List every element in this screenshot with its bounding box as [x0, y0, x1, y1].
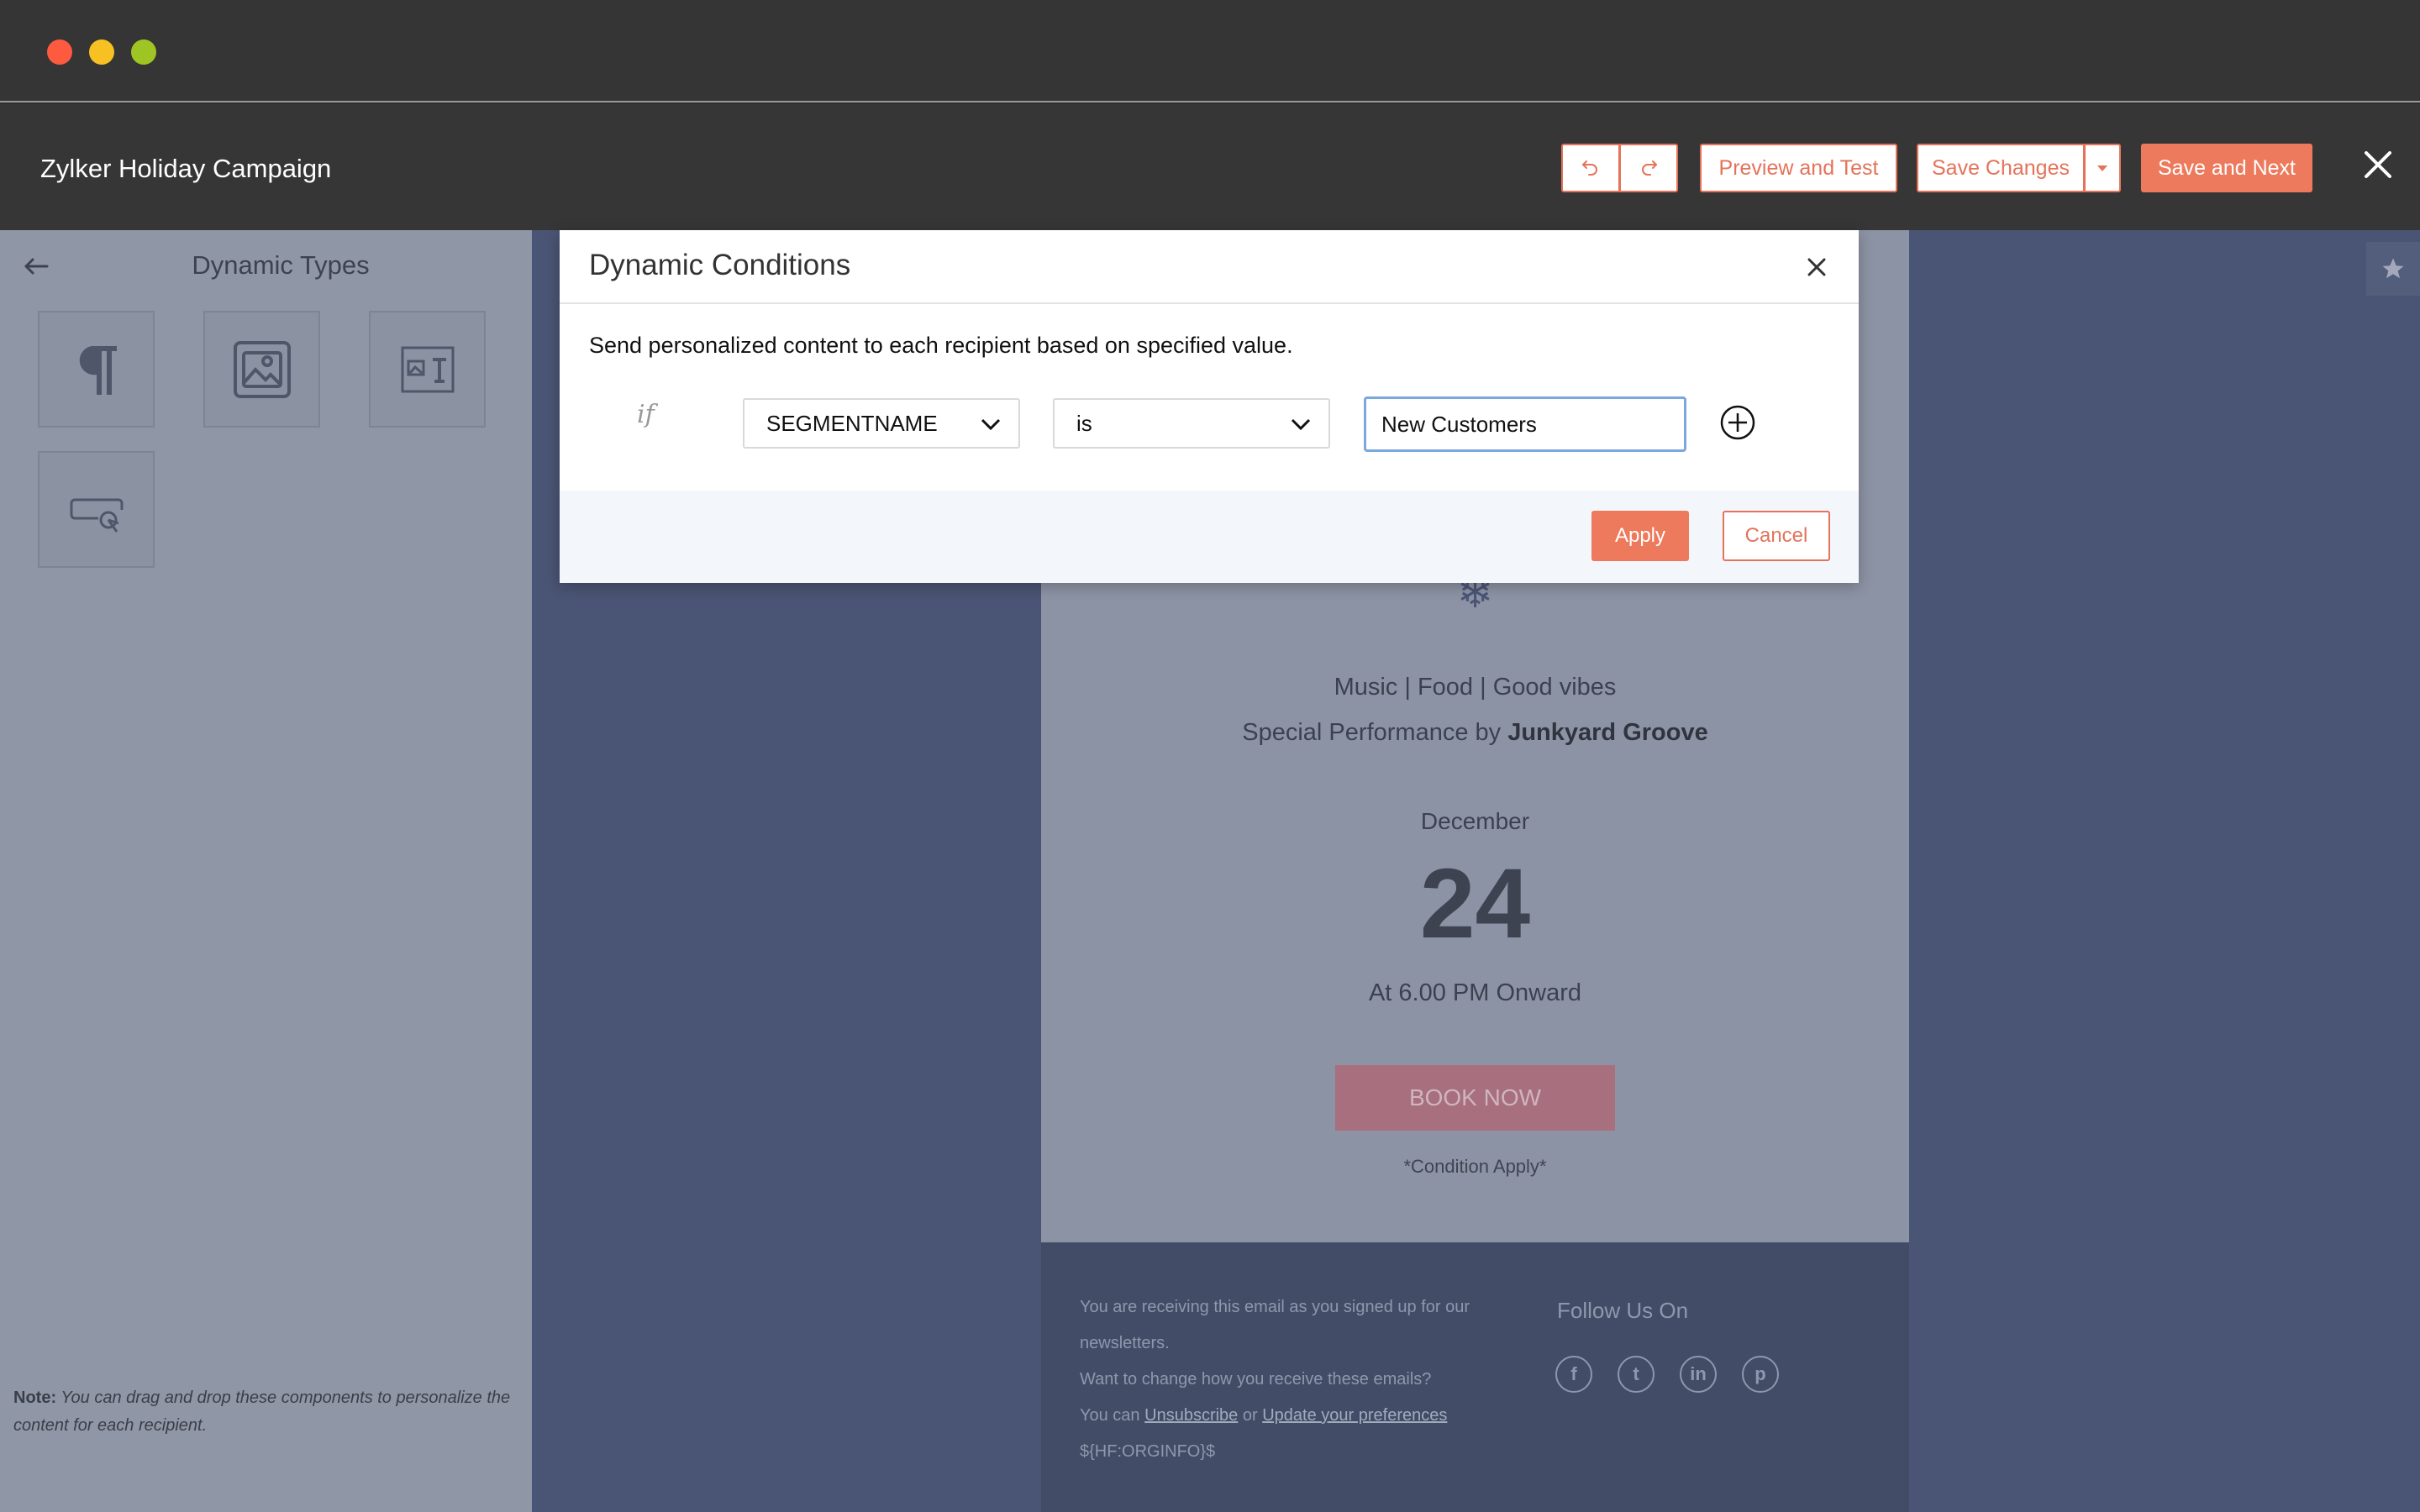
if-label: if — [637, 400, 655, 429]
performer-prefix: Special Performance by — [1242, 719, 1502, 746]
org-info-placeholder: ${HF:ORGINFO}$ — [1080, 1442, 1216, 1461]
event-performer: Special Performance by Junkyard Groove — [1041, 719, 1909, 747]
footer-text: You are receiving this email as you sign… — [1080, 1289, 1517, 1470]
image-icon — [233, 340, 291, 398]
close-window-button[interactable] — [47, 39, 72, 65]
star-icon — [2382, 258, 2404, 279]
operator-select[interactable]: is — [1053, 398, 1330, 449]
save-options-dropdown-button[interactable] — [2084, 144, 2121, 192]
panel-note: Note: You can drag and drop these compon… — [13, 1384, 518, 1440]
event-day: 24 — [1419, 848, 1531, 959]
performer-name: Junkyard Groove — [1507, 719, 1708, 746]
chevron-down-icon — [1291, 418, 1311, 431]
field-select[interactable]: SEGMENTNAME — [743, 398, 1020, 449]
paragraph-icon — [79, 345, 117, 395]
event-time: At 6.00 PM Onward — [1368, 979, 1582, 1006]
maximize-window-button[interactable] — [131, 39, 156, 65]
note-text: You can drag and drop these components t… — [13, 1389, 511, 1435]
undo-button[interactable] — [1561, 144, 1620, 192]
event-tagline: Music | Food | Good vibes — [1334, 674, 1617, 701]
image-text-icon — [401, 346, 454, 392]
window-titlebar — [0, 0, 2420, 102]
footer-prefix: You can — [1080, 1406, 1140, 1425]
update-preferences-link[interactable]: Update your preferences — [1262, 1406, 1447, 1425]
dialog-title: Dynamic Conditions — [589, 249, 851, 281]
email-footer: You are receiving this email as you sign… — [1041, 1242, 1909, 1512]
dynamic-text-tile[interactable] — [38, 311, 155, 428]
preview-and-test-button[interactable]: Preview and Test — [1700, 144, 1897, 192]
footer-line-2: Want to change how you receive these ema… — [1080, 1370, 1432, 1389]
footer-or: or — [1242, 1406, 1258, 1425]
unsubscribe-link[interactable]: Unsubscribe — [1144, 1406, 1238, 1425]
caret-down-icon — [2097, 165, 2107, 171]
save-and-next-button[interactable]: Save and Next — [2141, 144, 2312, 192]
save-changes-button[interactable]: Save Changes — [1917, 144, 2085, 192]
undo-icon — [1582, 160, 1597, 176]
linkedin-icon[interactable]: in — [1680, 1356, 1717, 1393]
minimize-window-button[interactable] — [89, 39, 114, 65]
twitter-icon[interactable]: t — [1618, 1356, 1655, 1393]
book-now-button[interactable]: BOOK NOW — [1335, 1065, 1615, 1131]
dialog-close-icon[interactable] — [1805, 255, 1828, 279]
redo-icon — [1642, 160, 1657, 176]
favorite-button[interactable] — [2366, 242, 2420, 296]
redo-button[interactable] — [1619, 144, 1678, 192]
operator-select-value: is — [1076, 410, 1092, 436]
cancel-button[interactable]: Cancel — [1723, 511, 1830, 561]
event-month: December — [1420, 808, 1530, 834]
chevron-down-icon — [981, 418, 1001, 431]
campaign-title: Zylker Holiday Campaign — [40, 154, 332, 183]
note-label: Note: — [13, 1389, 57, 1407]
close-editor-icon[interactable] — [2361, 148, 2395, 181]
pinterest-icon[interactable]: p — [1742, 1356, 1779, 1393]
dialog-header: Dynamic Conditions — [560, 230, 1859, 304]
dynamic-types-panel: Dynamic Types Note: You can drag and dro… — [0, 230, 532, 1512]
follow-us-label: Follow Us On — [1557, 1298, 1689, 1323]
facebook-icon[interactable]: f — [1555, 1356, 1592, 1393]
panel-title: Dynamic Types — [192, 250, 370, 280]
dynamic-button-tile[interactable] — [38, 451, 155, 568]
apply-button[interactable]: Apply — [1591, 511, 1689, 561]
dynamic-image-text-tile[interactable] — [369, 311, 486, 428]
dialog-description: Send personalized content to each recipi… — [589, 333, 1293, 358]
add-condition-icon[interactable] — [1719, 404, 1756, 441]
condition-note: *Condition Apply* — [1403, 1156, 1547, 1177]
button-click-icon — [70, 498, 123, 533]
condition-value-input[interactable] — [1364, 396, 1686, 452]
dynamic-conditions-dialog: Dynamic Conditions Send personalized con… — [560, 230, 1859, 583]
app-header: Zylker Holiday Campaign Preview and Test… — [0, 104, 2420, 230]
footer-line-3: You can Unsubscribe or Update your prefe… — [1080, 1398, 1517, 1434]
dynamic-image-tile[interactable] — [203, 311, 320, 428]
footer-line-1: You are receiving this email as you sign… — [1080, 1298, 1470, 1352]
field-select-value: SEGMENTNAME — [766, 410, 938, 436]
